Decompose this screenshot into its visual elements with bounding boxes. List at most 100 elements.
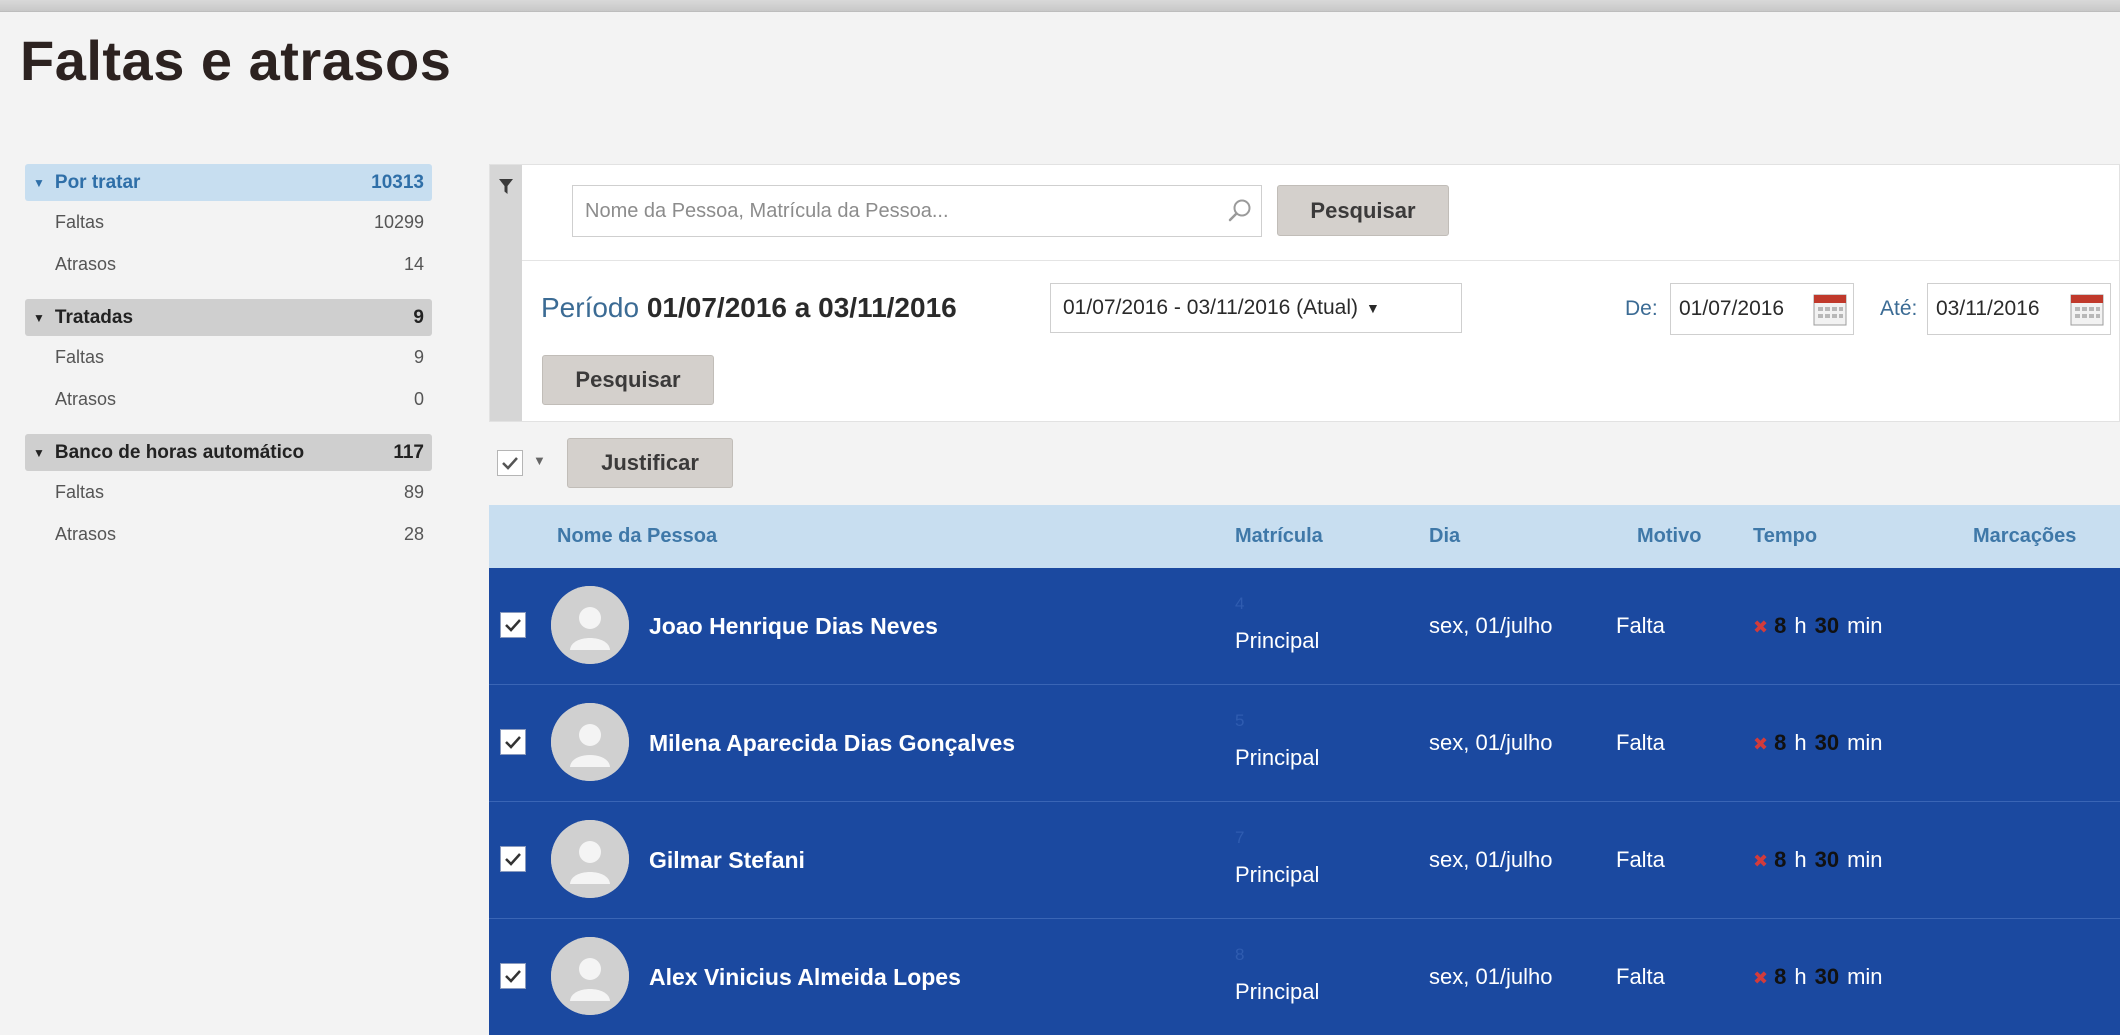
- column-header-marcacoes[interactable]: Marcações: [1973, 525, 2076, 548]
- matricula-number: 8: [1235, 945, 1245, 964]
- search-input[interactable]: [572, 185, 1262, 237]
- sidebar-item-atrasos[interactable]: Atrasos 0: [25, 378, 432, 420]
- sidebar-item-count: 28: [403, 523, 424, 544]
- matricula-type: Principal: [1235, 979, 1320, 1004]
- calendar-icon[interactable]: [2070, 294, 2104, 326]
- person-name[interactable]: Joao Henrique Dias Neves: [649, 613, 938, 640]
- column-header-nome[interactable]: Nome da Pessoa: [557, 525, 717, 548]
- search-button[interactable]: Pesquisar: [1277, 185, 1449, 236]
- reason: Falta: [1616, 730, 1665, 755]
- filter-panel: Pesquisar Período 01/07/2016 a 03/11/201…: [489, 164, 2120, 422]
- page-title: Faltas e atrasos: [20, 29, 452, 92]
- table-header: Nome da Pessoa Matrícula Dia Motivo Temp…: [489, 505, 2120, 568]
- sidebar-group-tratadas: ▼ Tratadas 9 Faltas 9 Atrasos 0: [25, 299, 432, 420]
- day: sex, 01/julho: [1429, 730, 1553, 755]
- day: sex, 01/julho: [1429, 964, 1553, 989]
- absences-table: Nome da Pessoa Matrícula Dia Motivo Temp…: [489, 505, 2120, 1035]
- sidebar-group-label: Tratadas: [54, 306, 134, 328]
- avatar: [551, 586, 629, 664]
- table-row[interactable]: Alex Vinicius Almeida Lopes 8 Principal …: [489, 919, 2120, 1035]
- search-icon[interactable]: [1227, 198, 1253, 224]
- table-row[interactable]: Gilmar Stefani 7 Principal sex, 01/julho…: [489, 802, 2120, 919]
- sidebar-item-faltas[interactable]: Faltas 10299: [25, 201, 432, 243]
- reason: Falta: [1616, 613, 1665, 638]
- x-mark-icon: ✖: [1753, 734, 1769, 754]
- row-checkbox[interactable]: [500, 729, 526, 755]
- sidebar-item-atrasos[interactable]: Atrasos 14: [25, 243, 432, 285]
- select-options-caret-icon[interactable]: ▼: [533, 453, 546, 468]
- reason: Falta: [1616, 964, 1665, 989]
- ate-date-field[interactable]: 03/11/2016: [1927, 283, 2111, 335]
- person-name[interactable]: Alex Vinicius Almeida Lopes: [649, 964, 961, 991]
- person-placeholder-icon: [551, 586, 629, 664]
- sidebar-item-label: Atrasos: [55, 253, 117, 274]
- reason: Falta: [1616, 847, 1665, 872]
- matricula-number: 5: [1235, 711, 1245, 730]
- table-row[interactable]: Joao Henrique Dias Neves 4 Principal sex…: [489, 568, 2120, 685]
- minutes-value: 30: [1814, 730, 1840, 755]
- sidebar-item-faltas[interactable]: Faltas 89: [25, 471, 432, 513]
- ate-label: Até:: [1880, 297, 1918, 320]
- de-date-field[interactable]: 01/07/2016: [1670, 283, 1854, 335]
- sidebar-group-por-tratar: ▼ Por tratar 10313 Faltas 10299 Atrasos …: [25, 164, 432, 285]
- hours-unit: h: [1794, 964, 1807, 989]
- sidebar-item-atrasos[interactable]: Atrasos 28: [25, 513, 432, 555]
- calendar-icon[interactable]: [1813, 294, 1847, 326]
- column-header-motivo[interactable]: Motivo: [1637, 525, 1701, 548]
- hours-value: 8: [1774, 847, 1787, 872]
- check-icon: [505, 970, 521, 983]
- row-checkbox[interactable]: [500, 846, 526, 872]
- pesquisar-button[interactable]: Pesquisar: [542, 355, 714, 405]
- sidebar-item-label: Faltas: [55, 346, 105, 367]
- time-missed: ✖ 8 h 30 min: [1753, 730, 1891, 756]
- sidebar-item-count: 89: [403, 481, 424, 502]
- column-header-matricula[interactable]: Matrícula: [1235, 525, 1323, 548]
- periodo-heading: Período 01/07/2016 a 03/11/2016: [541, 292, 957, 324]
- dropdown-arrow-icon: ▼: [1366, 300, 1380, 316]
- minutes-unit: min: [1847, 847, 1883, 872]
- period-select[interactable]: 01/07/2016 - 03/11/2016 (Atual) ▼: [1050, 283, 1462, 333]
- de-label: De:: [1625, 297, 1658, 320]
- sidebar-group-header-banco-de-horas[interactable]: ▼ Banco de horas automático 117: [25, 434, 432, 471]
- day: sex, 01/julho: [1429, 847, 1553, 872]
- hours-unit: h: [1794, 847, 1807, 872]
- justify-button[interactable]: Justificar: [567, 438, 733, 488]
- sidebar-group-count: 10313: [371, 171, 424, 193]
- caret-down-icon: ▼: [33, 445, 45, 460]
- person-name[interactable]: Milena Aparecida Dias Gonçalves: [649, 730, 1015, 757]
- period-select-value: 01/07/2016 - 03/11/2016 (Atual): [1063, 296, 1358, 319]
- funnel-icon: [499, 179, 513, 194]
- minutes-unit: min: [1847, 964, 1883, 989]
- sidebar-group-banco-de-horas: ▼ Banco de horas automático 117 Faltas 8…: [25, 434, 432, 555]
- sidebar-item-count: 10299: [373, 211, 424, 232]
- filter-toggle-strip[interactable]: [490, 165, 522, 421]
- sidebar: ▼ Por tratar 10313 Faltas 10299 Atrasos …: [25, 164, 432, 569]
- select-all-checkbox[interactable]: [497, 450, 523, 476]
- hours-value: 8: [1774, 964, 1787, 989]
- time-missed: ✖ 8 h 30 min: [1753, 613, 1891, 639]
- sidebar-group-header-por-tratar[interactable]: ▼ Por tratar 10313: [25, 164, 432, 201]
- table-row[interactable]: Milena Aparecida Dias Gonçalves 5 Princi…: [489, 685, 2120, 802]
- minutes-unit: min: [1847, 613, 1883, 638]
- person-placeholder-icon: [551, 703, 629, 781]
- avatar: [551, 703, 629, 781]
- caret-down-icon: ▼: [33, 175, 45, 190]
- sidebar-group-label: Por tratar: [54, 171, 141, 193]
- row-checkbox[interactable]: [500, 612, 526, 638]
- sidebar-item-faltas[interactable]: Faltas 9: [25, 336, 432, 378]
- caret-down-icon: ▼: [33, 310, 45, 325]
- matricula-type: Principal: [1235, 745, 1320, 770]
- avatar: [551, 820, 629, 898]
- sidebar-item-label: Atrasos: [55, 388, 117, 409]
- sidebar-group-header-tratadas[interactable]: ▼ Tratadas 9: [25, 299, 432, 336]
- matricula-number: 7: [1235, 828, 1245, 847]
- column-header-tempo[interactable]: Tempo: [1753, 525, 1817, 548]
- minutes-value: 30: [1814, 847, 1840, 872]
- x-mark-icon: ✖: [1753, 968, 1769, 988]
- row-checkbox[interactable]: [500, 963, 526, 989]
- sidebar-item-label: Atrasos: [55, 523, 117, 544]
- check-icon: [505, 736, 521, 749]
- hours-value: 8: [1774, 613, 1787, 638]
- person-name[interactable]: Gilmar Stefani: [649, 847, 805, 874]
- column-header-dia[interactable]: Dia: [1429, 525, 1460, 548]
